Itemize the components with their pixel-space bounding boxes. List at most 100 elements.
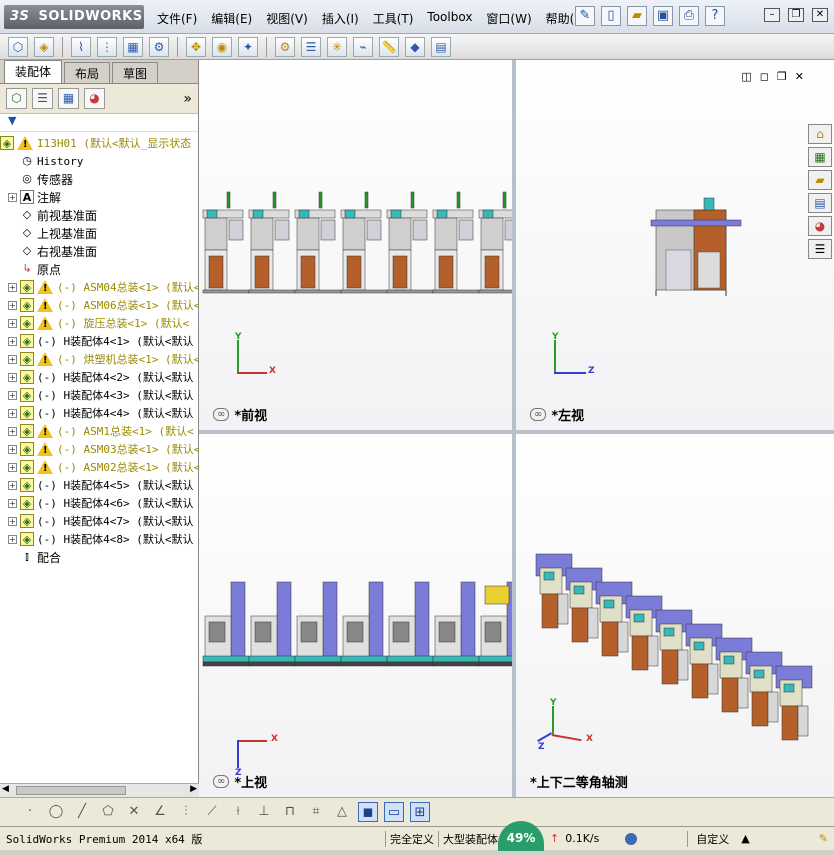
four-view-icon[interactable]: ⊞: [410, 802, 430, 822]
mirror-icon[interactable]: ⫶: [176, 802, 196, 822]
polygon-icon[interactable]: ⬠: [98, 802, 118, 822]
help-icon[interactable]: ?: [705, 6, 725, 26]
expand-icon[interactable]: +: [8, 192, 17, 202]
tree-item[interactable]: +◈ (-) ASM04总装<1> (默认<: [0, 278, 199, 296]
tab-sketch[interactable]: 草图: [112, 62, 159, 83]
file-explorer-icon[interactable]: ▰: [808, 170, 832, 190]
tree-item[interactable]: +◈ (-) 旋压总装<1> (默认<: [0, 314, 199, 332]
tree-item[interactable]: ◇ 前视基准面: [0, 206, 199, 224]
move-component-icon[interactable]: ✥: [186, 36, 206, 57]
tree-item[interactable]: + ◈ (-) H装配体4<2> (默认<默认: [0, 368, 199, 386]
menu-window[interactable]: 窗口(W): [479, 8, 538, 29]
tree-item[interactable]: +◈ (-) 烘塑机总装<1> (默认<: [0, 350, 199, 368]
scroll-left-icon[interactable]: ◀: [2, 784, 9, 794]
viewport-front[interactable]: Y X ∞ *前视: [199, 60, 512, 430]
tree-item[interactable]: ↳ 原点: [0, 260, 199, 278]
angle-icon[interactable]: ∠: [150, 802, 170, 822]
interference-icon[interactable]: ⌁: [353, 36, 373, 57]
tree-item[interactable]: + ◈ (-) H装配体4<5> (默认<默认: [0, 476, 199, 494]
point-icon[interactable]: ·: [20, 802, 40, 822]
print-icon[interactable]: ⎙: [679, 6, 699, 26]
circle-icon[interactable]: ◯: [46, 802, 66, 822]
assembly-icon[interactable]: ⬡: [8, 36, 28, 57]
configuration-manager-icon[interactable]: ▦: [58, 88, 79, 109]
home-icon[interactable]: ⌂: [808, 124, 832, 144]
expand-icon[interactable]: +: [8, 354, 17, 364]
triangle-icon[interactable]: △: [332, 802, 352, 822]
dimension-icon[interactable]: ⊓: [280, 802, 300, 822]
linear-pattern-icon[interactable]: ▦: [123, 36, 143, 57]
property-manager-icon[interactable]: ☰: [32, 88, 53, 109]
expand-icon[interactable]: +: [8, 534, 17, 544]
ruler-icon[interactable]: 📏: [379, 36, 399, 57]
construction-icon[interactable]: ⊥: [254, 802, 274, 822]
menu-view[interactable]: 视图(V): [259, 8, 315, 29]
bom-icon[interactable]: ☰: [301, 36, 321, 57]
menu-insert[interactable]: 插入(I): [315, 8, 366, 29]
viewport-isometric[interactable]: Y X Z *上下二等角轴测: [516, 434, 834, 797]
save-icon[interactable]: ▣: [653, 6, 673, 26]
viewport-splitter-horizontal[interactable]: [199, 430, 834, 434]
link-views-icon[interactable]: ∞: [530, 408, 547, 421]
show-hidden-icon[interactable]: ◉: [212, 36, 232, 57]
minimize-icon[interactable]: –: [764, 8, 780, 22]
tree-item[interactable]: + ◈ (-) H装配体4<6> (默认<默认: [0, 494, 199, 512]
rebuild-icon[interactable]: ✎: [819, 832, 828, 845]
insert-component-icon[interactable]: ◈: [34, 36, 54, 57]
expand-icon[interactable]: +: [8, 498, 17, 508]
expand-icon[interactable]: +: [8, 282, 17, 292]
custom-properties-icon[interactable]: ☰: [808, 239, 832, 259]
expand-icon[interactable]: +: [8, 516, 17, 526]
tree-item[interactable]: + A 注解: [0, 188, 199, 206]
tree-item[interactable]: ⫾ 配合: [0, 548, 199, 566]
units-dropdown[interactable]: 自定义: [687, 830, 737, 847]
open-folder-icon[interactable]: ▰: [627, 6, 647, 26]
display-manager-icon[interactable]: ◕: [84, 88, 105, 109]
grid-icon[interactable]: ⌗: [306, 802, 326, 822]
single-view-icon[interactable]: ▭: [384, 802, 404, 822]
menu-file[interactable]: 文件(F): [150, 8, 204, 29]
tree-item[interactable]: + ◈ (-) H装配体4<3> (默认<默认: [0, 386, 199, 404]
expand-icon[interactable]: +: [8, 300, 17, 310]
filter-bar[interactable]: ▼: [0, 114, 198, 132]
viewport-top[interactable]: X Z ∞ *上视: [199, 434, 512, 797]
chevron-up-icon[interactable]: ▲: [741, 832, 749, 845]
expand-icon[interactable]: +: [8, 336, 17, 346]
extend-icon[interactable]: ⟋: [202, 802, 222, 822]
tree-item[interactable]: ◎ 传感器: [0, 170, 199, 188]
tree-item[interactable]: +◈ (-) ASM1总装<1> (默认<: [0, 422, 199, 440]
design-library-icon[interactable]: ▦: [808, 147, 832, 167]
viewport-left[interactable]: ◫ ◻ ❐ ✕ Y Z ∞ *左视 ⌂ ▦ ▰ ▤ ◕ ☰: [516, 60, 834, 430]
tree-item[interactable]: +◈ (-) ASM02总装<1> (默认<: [0, 458, 199, 476]
close-icon[interactable]: ✕: [812, 8, 828, 22]
shaded-view-icon[interactable]: ◼: [358, 802, 378, 822]
expand-icon[interactable]: +: [8, 480, 17, 490]
tree-item[interactable]: ◇ 上视基准面: [0, 224, 199, 242]
offset-icon[interactable]: ⟊: [228, 802, 248, 822]
gear-icon[interactable]: ⚙: [275, 36, 295, 57]
link-views-icon[interactable]: ∞: [213, 408, 230, 421]
tree-item[interactable]: ◷ History: [0, 152, 199, 170]
smart-fasteners-icon[interactable]: ⚙: [149, 36, 169, 57]
expand-icon[interactable]: +: [8, 462, 17, 472]
large-assembly-icon[interactable]: ◆: [405, 36, 425, 57]
new-document-icon[interactable]: ▯: [601, 6, 621, 26]
scroll-right-icon[interactable]: ▶: [190, 784, 197, 794]
funnel-icon[interactable]: ▼: [8, 114, 16, 127]
graphics-area[interactable]: ⊕ ⊙ ↶ ▥ ◫ ◧ ∞ ◍ ❀ ▧ Y X ∞*前视 ◫ ◻ ❐ ✕: [199, 60, 834, 797]
horizontal-scrollbar[interactable]: ◀ ▶: [0, 783, 199, 797]
pin-icon[interactable]: ✎: [575, 6, 595, 26]
paperclip-icon[interactable]: ⌇: [71, 36, 91, 57]
tree-item[interactable]: +◈ (-) ASM03总装<1> (默认<: [0, 440, 199, 458]
tab-assembly[interactable]: 装配体: [4, 60, 63, 83]
appearances-icon[interactable]: ◕: [808, 216, 832, 236]
instant3d-icon[interactable]: ▤: [431, 36, 451, 57]
expand-icon[interactable]: +: [8, 318, 17, 328]
tree-item[interactable]: + ◈ (-) H装配体4<8> (默认<默认: [0, 530, 199, 548]
line-icon[interactable]: ╱: [72, 802, 92, 822]
view-palette-icon[interactable]: ▤: [808, 193, 832, 213]
tree-item[interactable]: + ◈ (-) H装配体4<7> (默认<默认: [0, 512, 199, 530]
expand-icon[interactable]: +: [8, 444, 17, 454]
tree-item[interactable]: + ◈ (-) H装配体4<4> (默认<默认: [0, 404, 199, 422]
trim-icon[interactable]: ✕: [124, 802, 144, 822]
